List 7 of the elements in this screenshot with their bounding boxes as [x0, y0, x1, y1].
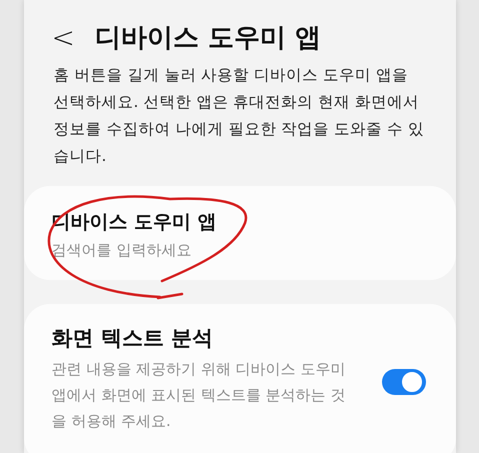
- setting-summary: 관련 내용을 제공하기 위해 디바이스 도우미 앱에서 화면에 표시된 텍스트를 분석하는 것을 허용해 주세요.: [52, 359, 346, 432]
- setting-summary: 검색어를 입력하세요: [52, 240, 192, 260]
- description-text: 홈 버튼을 길게 눌러 사용할 디바이스 도우미 앱을 선택하세요. 선택한 앱은 휴대전화의 현재 화면에서 정보를 수집하여 나에게 필요한 작업을 도와줄 수 있습니다.: [52, 65, 425, 167]
- page-title: 디바이스 도우미 앱: [94, 22, 322, 54]
- toggle-switch[interactable]: [382, 369, 426, 395]
- back-button[interactable]: <: [52, 24, 75, 52]
- setting-title: 화면 텍스트 분석: [52, 325, 214, 352]
